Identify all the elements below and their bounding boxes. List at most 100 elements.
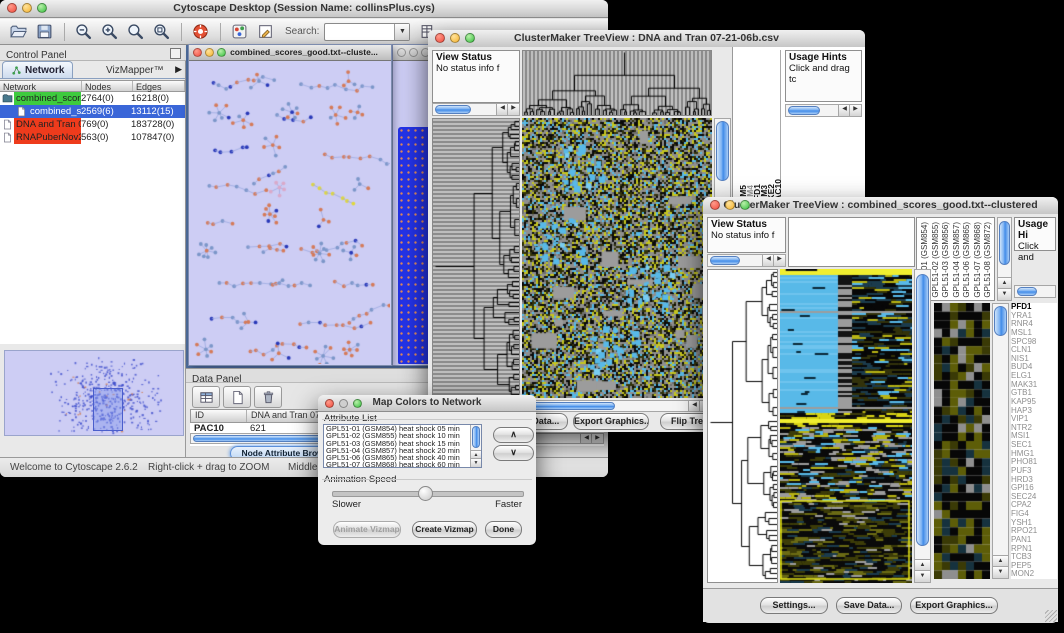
scrollbar-thumb[interactable] (916, 274, 929, 546)
column-label[interactable]: GPL51-06 (GSM865) (962, 222, 971, 298)
gene-row[interactable]: GTB1 (1011, 389, 1057, 398)
network-tree-row[interactable]: DNA and Tran 07769(0)183728(0) (0, 118, 185, 131)
birdseye-view[interactable] (4, 350, 184, 436)
gene-row[interactable]: BUD4 (1011, 363, 1057, 372)
scroll-right-icon[interactable]: ▶ (507, 104, 519, 115)
delete-attribute-button[interactable] (254, 386, 282, 408)
usage-hints-scrollbar[interactable]: ◀ ▶ (785, 104, 862, 117)
gene-row[interactable]: RPO21 (1011, 527, 1057, 536)
column-label[interactable]: GPL51-02 (GSM855) (931, 222, 940, 298)
view-status-scrollbar[interactable]: ◀ ▶ (707, 254, 786, 267)
scrollbar-thumb[interactable] (788, 106, 820, 115)
gene-row[interactable]: YSH1 (1011, 519, 1057, 528)
view-status-scrollbar[interactable]: ◀ ▶ (432, 103, 520, 116)
attribute-list-item[interactable]: GPL51-07 (GSM868) heat shock 60 min (324, 461, 470, 468)
scrollbar-thumb[interactable] (1017, 287, 1037, 296)
network-tree-row[interactable]: combined_scores2764(0)16218(0) (0, 92, 185, 105)
scrollbar-thumb[interactable] (999, 221, 1010, 265)
save-data-button[interactable]: Save Data... (836, 597, 902, 614)
zoom-actual-icon[interactable] (125, 22, 145, 42)
scroll-right-icon[interactable]: ▶ (591, 434, 603, 443)
treeview2-title-bar[interactable]: ClusterMaker TreeView : combined_scores_… (703, 197, 1058, 215)
new-attribute-button[interactable] (223, 386, 251, 408)
close-icon[interactable] (7, 3, 17, 13)
export-graphics-button[interactable]: Export Graphics... (573, 413, 649, 430)
gene-row[interactable]: HMG1 (1011, 450, 1057, 459)
minimize-icon[interactable] (450, 33, 460, 43)
minimize-icon[interactable] (725, 200, 735, 210)
col-network[interactable]: Network (0, 81, 82, 91)
done-button[interactable]: Done (485, 521, 522, 538)
gene-row[interactable]: CPA2 (1011, 501, 1057, 510)
gene-row[interactable]: SEC1 (1011, 441, 1057, 450)
gene-row[interactable]: CLN1 (1011, 346, 1057, 355)
scroll-down-icon[interactable]: ▼ (471, 458, 481, 467)
gene-row[interactable]: SEC24 (1011, 493, 1057, 502)
network-tree-row[interactable]: RNAPuberNov2+563(0)107847(0) (0, 131, 185, 144)
birdseye-viewport[interactable] (93, 388, 123, 431)
gene-row[interactable]: NIS1 (1011, 355, 1057, 364)
scrollbar-thumb[interactable] (435, 105, 471, 114)
zoom-in-icon[interactable] (99, 22, 119, 42)
clustered-heatmap[interactable] (522, 118, 712, 398)
column-label[interactable]: GPL51-07 (GSM868) (973, 222, 982, 298)
scrollbar-thumb[interactable] (525, 402, 615, 410)
zoom-out-icon[interactable] (73, 22, 93, 42)
gene-row[interactable]: VIP1 (1011, 415, 1057, 424)
tab-network[interactable]: Network (2, 61, 73, 78)
network-view-window-1[interactable]: combined_scores_good.txt--cluste... (188, 44, 392, 366)
help-ring-icon[interactable] (190, 22, 210, 42)
gene-row[interactable]: KAP95 (1011, 398, 1057, 407)
minimize-icon[interactable] (205, 48, 214, 57)
scroll-right-icon[interactable]: ▶ (849, 105, 861, 116)
slider-thumb[interactable] (418, 486, 433, 501)
minimize-icon[interactable] (22, 3, 32, 13)
col-nodes[interactable]: Nodes (82, 81, 133, 91)
zoom-window-icon[interactable] (465, 33, 475, 43)
close-icon[interactable] (193, 48, 202, 57)
gene-row[interactable]: SPC98 (1011, 338, 1057, 347)
gene-row[interactable]: RNR4 (1011, 320, 1057, 329)
chevron-down-icon[interactable]: ▼ (394, 24, 409, 40)
attribute-list-item[interactable]: GPL51-01 (GSM854) heat shock 05 min (324, 425, 470, 432)
col-id[interactable]: ID (191, 410, 247, 422)
save-icon[interactable] (34, 22, 54, 42)
gene-row[interactable]: MON2 (1011, 570, 1057, 579)
main-title-bar[interactable]: Cytoscape Desktop (Session Name: collins… (0, 0, 608, 18)
gene-row[interactable]: RPN1 (1011, 545, 1057, 554)
move-up-button[interactable]: ∧ (493, 427, 534, 443)
global-heatmap-strip[interactable] (780, 269, 912, 583)
scrollbar-thumb[interactable] (716, 121, 729, 181)
column-dendrogram[interactable] (522, 50, 712, 116)
scrollbar-thumb[interactable] (472, 426, 480, 448)
gene-row[interactable]: ELG1 (1011, 372, 1057, 381)
column-label[interactable]: GPL51-08 (GSM872) (983, 222, 992, 298)
attribute-list-item[interactable]: GPL51-03 (GSM856) heat shock 15 min (324, 440, 470, 447)
zoom-window-icon[interactable] (217, 48, 226, 57)
close-icon[interactable] (435, 33, 445, 43)
attribute-list[interactable]: ▲ ▼ GPL51-01 (GSM854) heat shock 05 minG… (323, 424, 482, 468)
zoom-window-icon[interactable] (740, 200, 750, 210)
column-label[interactable]: GPL51-03 (GSM856) (941, 222, 950, 298)
column-dendrogram-area[interactable] (788, 217, 915, 267)
network-canvas-1[interactable] (190, 61, 390, 364)
settings-button[interactable]: Settings... (760, 597, 828, 614)
attribute-list-item[interactable]: GPL51-02 (GSM855) heat shock 10 min (324, 432, 470, 439)
network-graph-canvas[interactable] (190, 61, 390, 364)
network-window1-title-bar[interactable]: combined_scores_good.txt--cluste... (189, 45, 391, 61)
gene-row[interactable]: TCB3 (1011, 553, 1057, 562)
tab-overflow-arrow-icon[interactable]: ▶ (175, 64, 182, 75)
gene-row[interactable]: PHO81 (1011, 458, 1057, 467)
gene-row[interactable]: PEP5 (1011, 562, 1057, 571)
row-dendrogram[interactable] (432, 118, 520, 398)
gene-row[interactable]: FIG4 (1011, 510, 1057, 519)
animate-vizmap-button[interactable]: Animate Vizmap (333, 521, 401, 538)
gene-row[interactable]: GPI16 (1011, 484, 1057, 493)
zoom-vscrollbar[interactable]: ▲ ▼ (992, 303, 1009, 579)
float-panel-icon[interactable] (170, 48, 181, 59)
gene-row[interactable]: MAK31 (1011, 381, 1057, 390)
attribute-list-scrollbar[interactable]: ▲ ▼ (470, 425, 481, 467)
strip-vscrollbar[interactable]: ▲ ▼ (914, 269, 931, 583)
minimize-icon[interactable] (339, 399, 348, 408)
col-edges[interactable]: Edges (133, 81, 185, 91)
